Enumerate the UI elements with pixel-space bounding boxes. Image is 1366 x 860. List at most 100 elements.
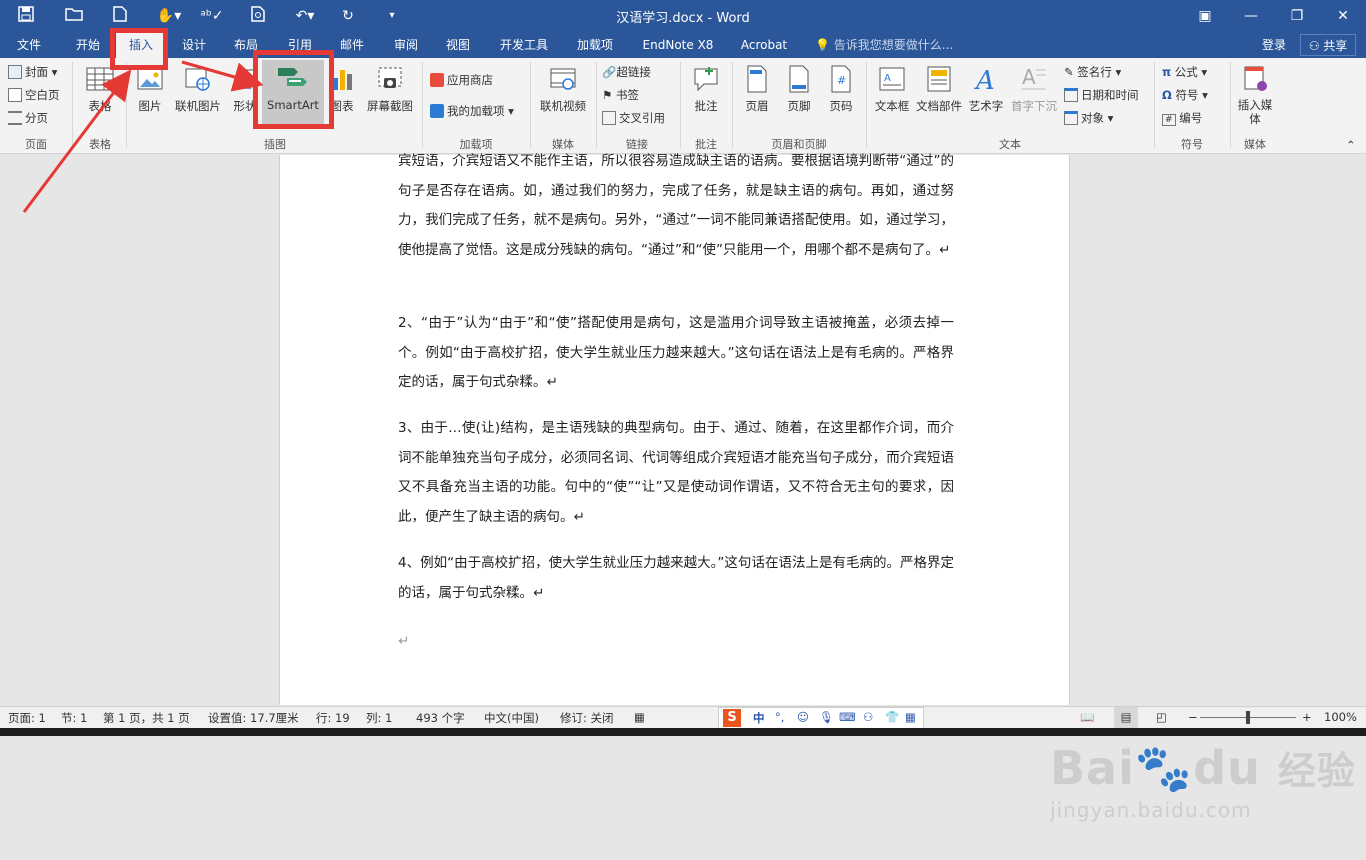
taskbar-strip <box>0 728 1366 736</box>
bookmark-label: 书签 <box>615 88 639 102</box>
equation-button[interactable]: π 公式 ▾ <box>1162 62 1207 82</box>
page-number-button[interactable]: # 页码 <box>822 64 860 114</box>
group-label-tables: 表格 <box>89 138 111 151</box>
zoom-in-button[interactable]: + <box>1302 710 1312 724</box>
group-separator <box>596 62 597 148</box>
toolbox-icon[interactable]: ▦ <box>905 710 916 724</box>
cross-reference-button[interactable]: 交叉引用 <box>602 108 665 128</box>
macro-record-icon[interactable]: ▦ <box>634 710 645 724</box>
status-word-count[interactable]: 493 个字 <box>416 710 465 726</box>
ribbon-tabs: 文件 开始 插入 设计 布局 引用 邮件 审阅 视图 开发工具 加载项 EndN… <box>0 32 1366 58</box>
status-bar: 页面: 1 节: 1 第 1 页，共 1 页 设置值: 17.7厘米 行: 19… <box>0 706 1366 729</box>
status-track-changes[interactable]: 修订: 关闭 <box>560 710 614 726</box>
tab-review[interactable]: 审阅 <box>384 32 428 58</box>
ime-punct[interactable]: °, <box>775 710 784 724</box>
comment-icon <box>691 64 721 94</box>
page-number-icon: # <box>826 64 856 94</box>
status-language[interactable]: 中文(中国) <box>484 710 539 726</box>
hyperlink-button[interactable]: 🔗超链接 <box>602 62 651 82</box>
page-break-button[interactable]: 分页 <box>8 108 48 128</box>
object-button[interactable]: 对象 ▾ <box>1064 108 1113 128</box>
tab-file[interactable]: 文件 <box>8 32 50 58</box>
tab-view[interactable]: 视图 <box>436 32 480 58</box>
user-icon[interactable]: ⚇ <box>863 710 873 724</box>
screenshot-button[interactable]: 屏幕截图 <box>362 64 418 114</box>
date-time-button[interactable]: 日期和时间 <box>1064 85 1139 105</box>
ribbon-display-options-icon[interactable]: ▣ <box>1190 4 1220 28</box>
header-button[interactable]: 页眉 <box>738 64 776 114</box>
document-page[interactable]: 宾短语，介宾短语又不能作主语，所以很容易造成缺主语的语病。要根据语境判断带“通过… <box>279 153 1070 705</box>
web-layout-icon[interactable]: ◰ <box>1156 710 1167 724</box>
restore-button[interactable]: ❐ <box>1282 4 1312 28</box>
sogou-icon[interactable]: S <box>723 709 741 727</box>
status-page[interactable]: 页面: 1 <box>8 710 46 726</box>
table-label: 表格 <box>88 99 112 113</box>
insert-media-button[interactable]: 插入媒体 <box>1234 64 1276 126</box>
status-col[interactable]: 列: 1 <box>366 710 392 726</box>
object-icon <box>1064 111 1078 125</box>
keyboard-icon[interactable]: ⌨ <box>839 710 856 724</box>
document-title: 汉语学习.docx - Word <box>616 11 750 26</box>
smartart-highlight <box>253 50 334 129</box>
zoom-slider-thumb[interactable] <box>1246 711 1250 724</box>
share-button[interactable]: ⚇ 共享 <box>1300 34 1356 56</box>
textbox-button[interactable]: A 文本框 <box>872 64 912 114</box>
group-separator <box>680 62 681 148</box>
ime-mode[interactable]: 中 <box>753 710 765 726</box>
minimize-button[interactable]: — <box>1236 4 1266 28</box>
login-link[interactable]: 登录 <box>1262 32 1286 58</box>
footer-button[interactable]: 页脚 <box>780 64 818 114</box>
status-section[interactable]: 节: 1 <box>61 710 87 726</box>
zoom-level[interactable]: 100% <box>1324 710 1357 724</box>
number-icon: # <box>1162 114 1176 126</box>
tab-mailings[interactable]: 邮件 <box>330 32 374 58</box>
emoji-icon[interactable]: ☺ <box>797 710 809 724</box>
skin-icon[interactable]: 👕 <box>885 710 899 724</box>
date-time-label: 日期和时间 <box>1081 88 1139 102</box>
ime-toolbar[interactable]: S 中 °, ☺ 🎙 ⌨ ⚇ 👕 ▦ <box>718 707 924 729</box>
tab-developer[interactable]: 开发工具 <box>492 32 556 58</box>
tab-home[interactable]: 开始 <box>66 32 110 58</box>
tab-endnote[interactable]: EndNote X8 <box>634 32 722 58</box>
hyperlink-label: 超链接 <box>616 65 651 79</box>
bookmark-button[interactable]: ⚑ 书签 <box>602 85 639 105</box>
picture-button[interactable]: 图片 <box>132 64 168 114</box>
number-button[interactable]: # 编号 <box>1162 108 1202 128</box>
collapse-ribbon-icon[interactable]: ⌃ <box>1346 138 1356 152</box>
tab-acrobat[interactable]: Acrobat <box>732 32 796 58</box>
tab-addins[interactable]: 加载项 <box>566 32 624 58</box>
status-row[interactable]: 行: 19 <box>316 710 350 726</box>
wordart-button[interactable]: A 艺术字 <box>966 64 1006 114</box>
zoom-out-button[interactable]: − <box>1188 710 1198 724</box>
watermark-logo: Bai <box>1050 741 1135 795</box>
group-separator <box>1230 62 1231 148</box>
print-layout-icon[interactable]: ▤ <box>1114 707 1138 729</box>
svg-text:A: A <box>884 73 891 84</box>
cover-page-button[interactable]: 封面 ▾ <box>8 62 57 82</box>
group-separator <box>530 62 531 148</box>
store-button[interactable]: 应用商店 <box>430 70 493 90</box>
status-page-count[interactable]: 第 1 页，共 1 页 <box>103 710 190 726</box>
group-separator <box>1154 62 1155 148</box>
comment-button[interactable]: 批注 <box>686 64 726 114</box>
blank-page-button[interactable]: 空白页 <box>8 85 60 105</box>
dropcap-button[interactable]: A 首字下沉 <box>1008 64 1060 114</box>
group-separator <box>422 62 423 148</box>
read-mode-icon[interactable]: 📖 <box>1080 710 1094 724</box>
status-setting[interactable]: 设置值: 17.7厘米 <box>208 710 299 726</box>
online-picture-button[interactable]: 联机图片 <box>170 64 226 114</box>
paragraph: 宾短语，介宾短语又不能作主语，所以很容易造成缺主语的语病。要根据语境判断带“通过… <box>398 153 954 258</box>
symbol-button[interactable]: Ω 符号 ▾ <box>1162 85 1208 105</box>
signature-line-button[interactable]: ✎ 签名行 ▾ <box>1064 62 1121 82</box>
table-button[interactable]: 表格 <box>80 64 120 114</box>
quick-parts-button[interactable]: 文档部件 <box>914 64 964 114</box>
signature-label: 签名行 <box>1077 65 1112 79</box>
tab-design[interactable]: 设计 <box>172 32 216 58</box>
group-label-illustrations: 插图 <box>264 138 286 151</box>
online-video-button[interactable]: 联机视频 <box>536 64 590 114</box>
online-picture-label: 联机图片 <box>175 99 221 113</box>
close-button[interactable]: ✕ <box>1328 4 1358 28</box>
microphone-icon[interactable]: 🎙 <box>819 710 834 724</box>
my-addins-button[interactable]: 我的加载项 ▾ <box>430 101 514 121</box>
tell-me-search[interactable]: 💡 告诉我您想要做什么... <box>815 32 953 58</box>
